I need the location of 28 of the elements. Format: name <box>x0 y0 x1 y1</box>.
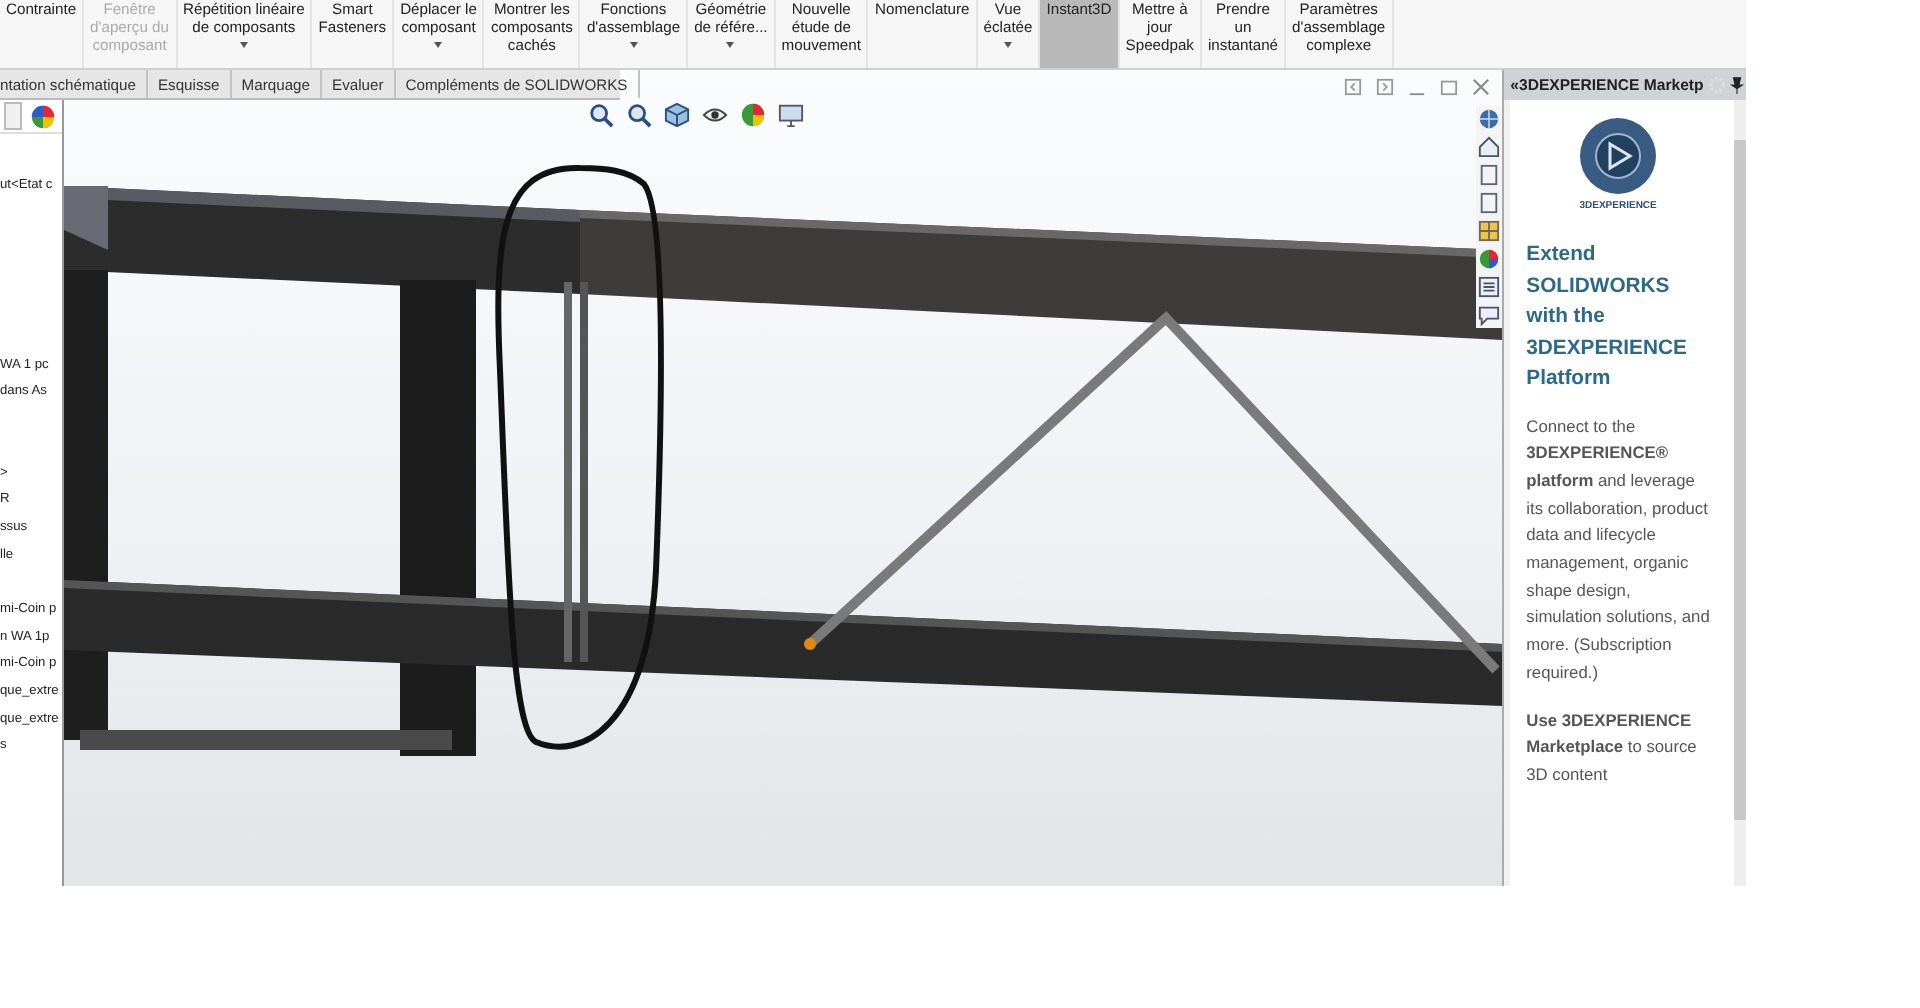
chat-icon[interactable] <box>1478 304 1501 326</box>
paragraph: Use 3DEXPERIENCE Marketplace to source 3D content <box>1526 707 1699 788</box>
list-icon[interactable] <box>1478 276 1501 298</box>
monitor-icon[interactable] <box>778 102 804 128</box>
dock-right-icon[interactable] <box>1376 78 1395 96</box>
globe-icon[interactable] <box>1478 108 1501 130</box>
document-icon[interactable] <box>1478 192 1501 214</box>
pin-icon[interactable] <box>1728 76 1746 94</box>
magnifier-icon[interactable] <box>588 102 614 128</box>
close-icon[interactable] <box>1472 78 1491 96</box>
caret-icon <box>239 41 248 48</box>
caret-icon <box>629 41 638 48</box>
magnifier-icon[interactable] <box>626 102 652 128</box>
sphere-icon[interactable] <box>1478 248 1501 270</box>
sphere-icon[interactable] <box>740 102 766 128</box>
sphere-icon[interactable] <box>30 103 56 129</box>
dock-left-icon[interactable] <box>1344 78 1363 96</box>
caret-icon <box>1004 41 1013 48</box>
cube-icon[interactable] <box>664 102 690 128</box>
caret-icon <box>434 41 443 48</box>
house-icon[interactable] <box>1478 136 1501 158</box>
compass-logo-icon <box>1578 116 1659 196</box>
caret-icon <box>726 41 735 48</box>
panel-heading: Extend SOLIDWORKS with the 3DEXPERIENCE Platform <box>1526 242 1689 394</box>
maximize-icon[interactable] <box>1440 78 1459 96</box>
paragraph: Connect to the 3DEXPERIENCE® platform and leverage its collaboration, product data and lifecycle management, organic shape design, simulation solutions, and more. (Subscription required.) <box>1526 413 1710 686</box>
document-icon[interactable] <box>1478 164 1501 186</box>
grid-icon[interactable] <box>1478 220 1501 242</box>
